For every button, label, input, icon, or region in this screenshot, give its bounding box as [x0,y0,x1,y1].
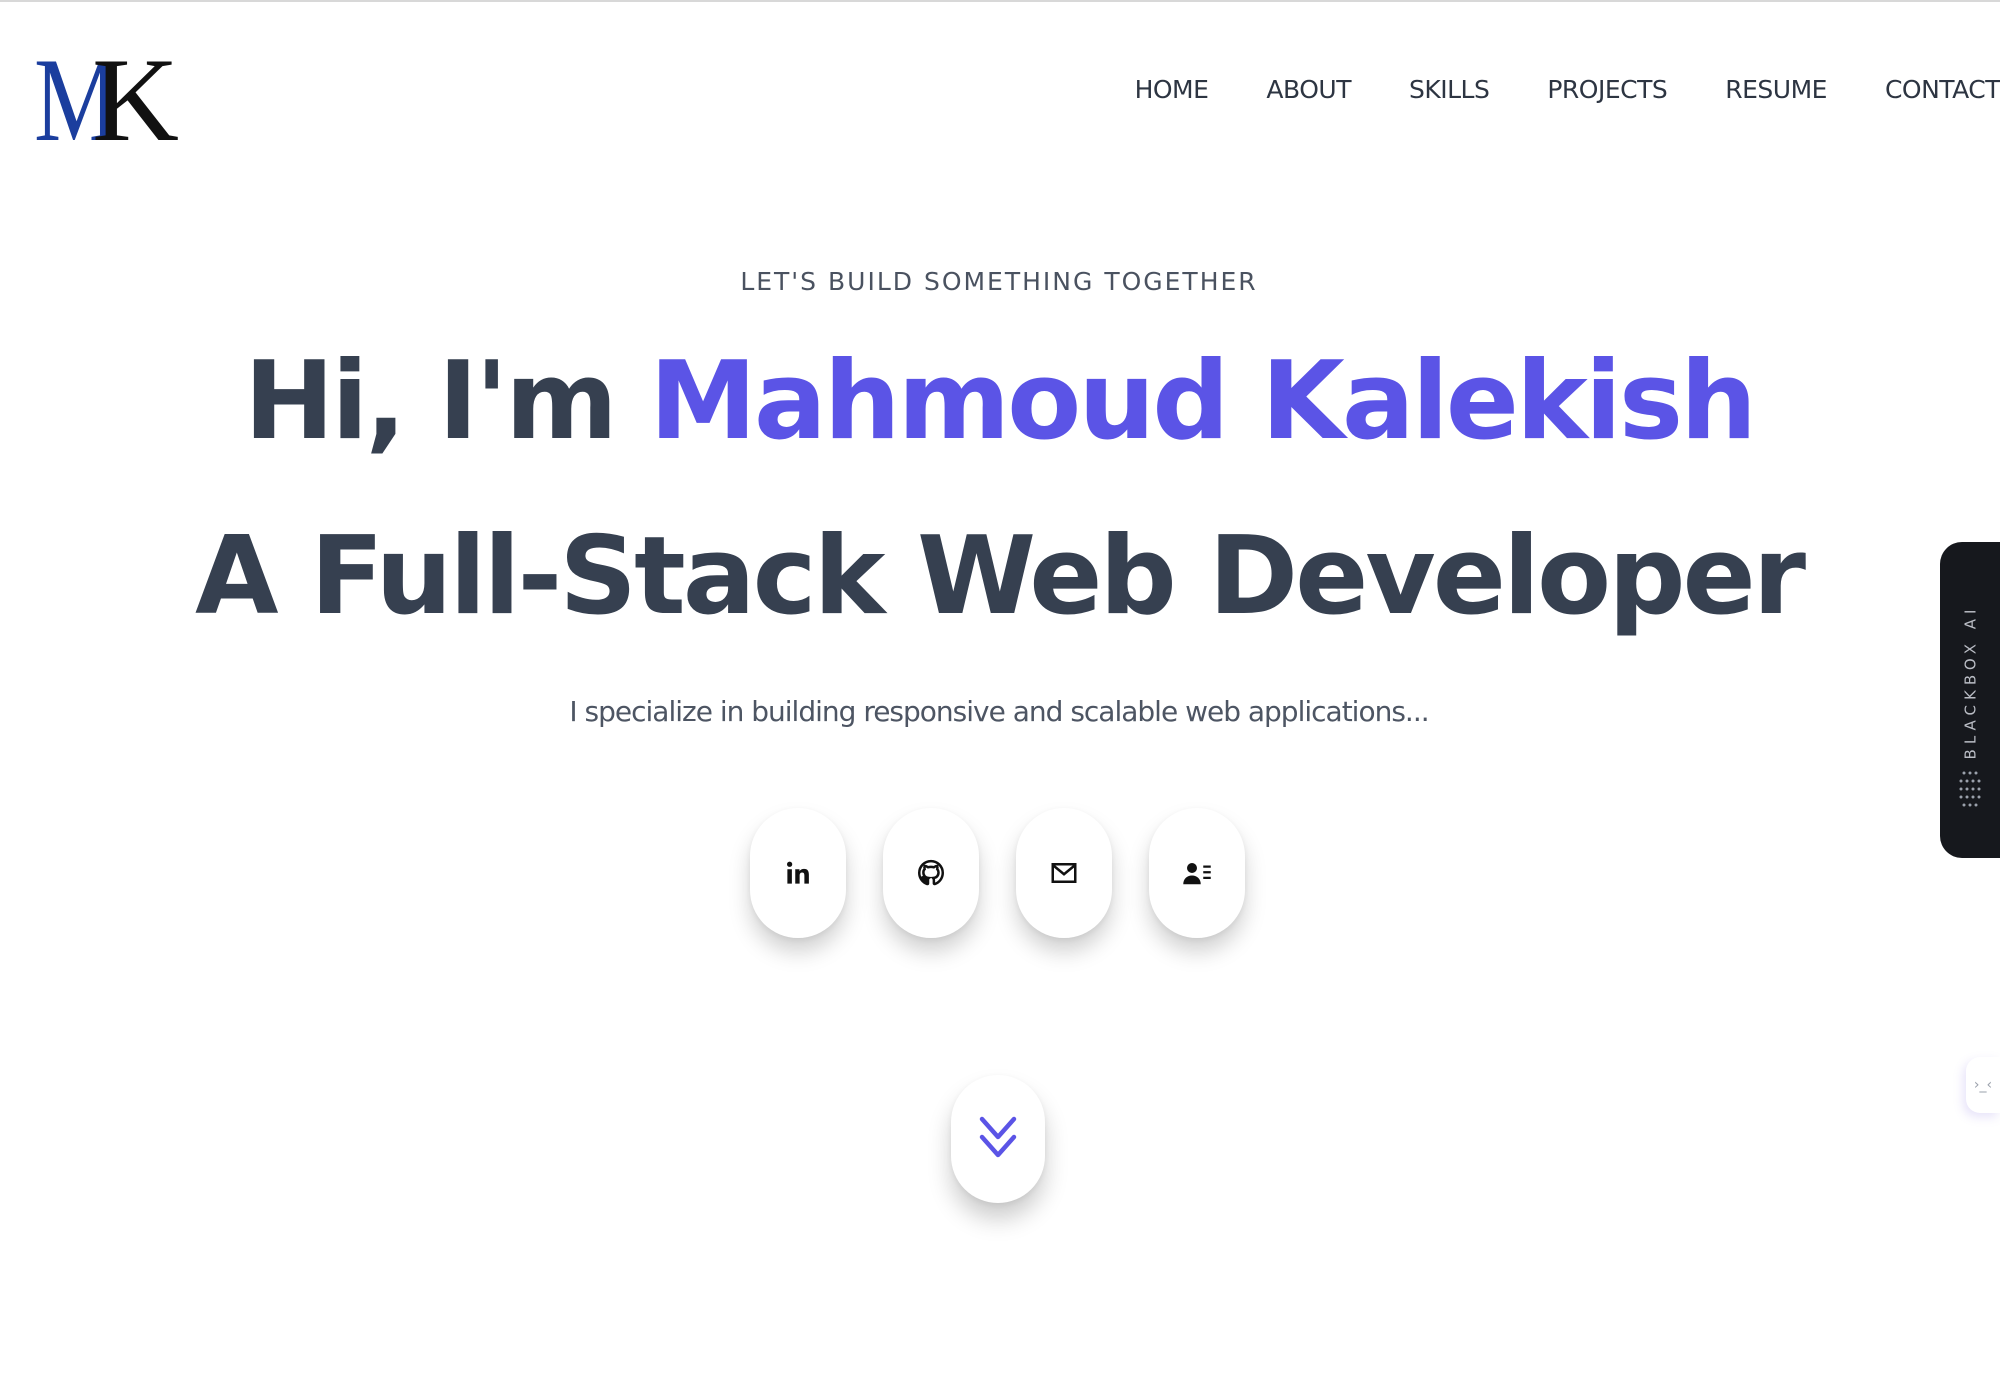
double-chevron-down-icon [979,1116,1017,1158]
side-peek-glyph: ›_‹ [1973,1077,1993,1093]
email-button[interactable] [1016,808,1112,938]
nav-skills[interactable]: SKILLS [1409,70,1490,110]
nav-about[interactable]: ABOUT [1266,70,1351,110]
greeting-text: Hi, I'm [243,339,650,464]
side-peek-widget[interactable]: ›_‹ [1966,1057,2000,1113]
blackbox-label: BLACKBOX AI [1956,582,1984,782]
page: M K HOME ABOUT SKILLS PROJECTS RESUME CO… [0,0,2000,1390]
github-button[interactable] [883,808,979,938]
linkedin-button[interactable] [750,808,846,938]
scroll-down-button[interactable] [951,1075,1045,1203]
hero-subtitle: I specialize in building responsive and … [569,695,1429,728]
nav-resume[interactable]: RESUME [1725,70,1827,110]
contact-card-icon [1183,863,1211,885]
nav-projects[interactable]: PROJECTS [1547,70,1667,110]
hero-eyebrow: LET'S BUILD SOMETHING TOGETHER [740,267,1258,296]
mk-logo-icon: M K [34,33,179,166]
blackbox-label-text: BLACKBOX AI [1961,604,1979,760]
blackbox-ai-tab[interactable]: BLACKBOX AI [1940,542,2000,858]
nav-home[interactable]: HOME [1135,70,1209,110]
hero-role: A Full-Stack Web Developer [194,514,1806,639]
resume-contact-button[interactable] [1149,808,1245,938]
mail-icon [1051,863,1077,883]
blackbox-dots-icon [1959,771,1981,807]
svg-text:K: K [92,40,179,152]
nav-contact[interactable]: CONTACT [1885,70,2000,110]
social-links [750,808,1282,938]
main-nav: HOME ABOUT SKILLS PROJECTS RESUME CONTAC… [1135,70,2000,110]
hero-greeting-line: Hi, I'm Mahmoud Kalekish [0,337,1998,467]
logo[interactable]: M K [34,33,179,166]
linkedin-icon [787,861,809,884]
hero-name: Mahmoud Kalekish [649,339,1757,464]
github-icon [917,859,945,886]
